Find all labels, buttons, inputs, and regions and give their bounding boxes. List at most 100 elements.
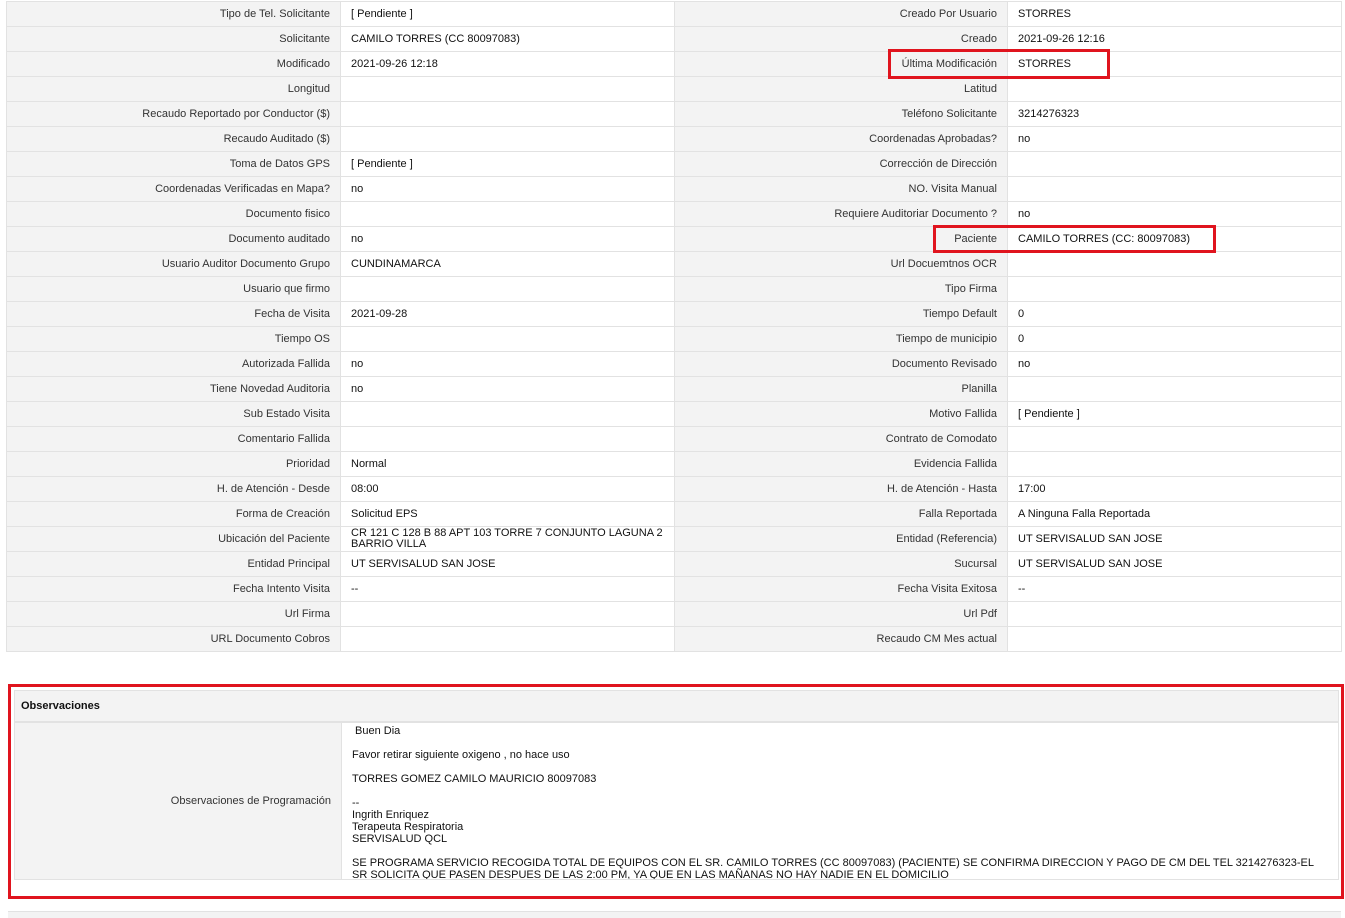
field-label: Entidad Principal (6, 551, 341, 577)
table-row: Recaudo Auditado ($) Coordenadas Aprobada… (6, 126, 1342, 152)
table-row: Tipo de Tel. Solicitante[ Pendiente ] Cre… (6, 1, 1342, 27)
footer-strip (8, 911, 1341, 918)
field-value: 0 (1007, 326, 1342, 352)
field-value: no (1007, 201, 1342, 227)
table-row: Solicitante CAMILO TORRES (CC 80097083) Cr… (6, 26, 1342, 52)
field-label: Ubicación del Paciente (6, 526, 341, 552)
field-value: 08:00 (340, 476, 675, 502)
field-value (340, 326, 675, 352)
observaciones-title: Observaciones (14, 690, 1339, 722)
field-value (1007, 451, 1342, 477)
field-label: Coordenadas Verificadas en Mapa? (6, 176, 341, 202)
table-row: Tiene Novedad Auditoria no Planilla (6, 376, 1342, 402)
observaciones-value: Buen Dia Favor retirar siguiente oxigeno… (342, 723, 1338, 879)
field-value: no (340, 351, 675, 377)
field-value: CUNDINAMARCA (340, 251, 675, 277)
field-value: CAMILO TORRES (CC 80097083) (340, 26, 675, 52)
field-label: Usuario que firmo (6, 276, 341, 302)
field-value (340, 626, 675, 652)
field-label: Solicitante (6, 26, 341, 52)
field-value: 2021-09-26 12:18 (340, 51, 675, 77)
field-label: Url Firma (6, 601, 341, 627)
field-value: no (1007, 351, 1342, 377)
field-value: 2021-09-28 (340, 301, 675, 327)
field-label: Tipo Firma (674, 276, 1008, 302)
field-value (1007, 151, 1342, 177)
field-value (340, 76, 675, 102)
field-value (1007, 76, 1342, 102)
field-label: Documento Revisado (674, 351, 1008, 377)
table-row: Comentario Fallida Contrato de Comodato (6, 426, 1342, 452)
field-label: Prioridad (6, 451, 341, 477)
table-row: Modificado 2021-09-26 12:18 Última Modific… (6, 51, 1342, 77)
table-row: Fecha de Visita 2021-09-28 Tiempo Default 0 (6, 301, 1342, 327)
observaciones-panel: Observaciones Observaciones de Programac… (8, 684, 1344, 899)
field-label: Recaudo Auditado ($) (6, 126, 341, 152)
field-label: Sub Estado Visita (6, 401, 341, 427)
field-label: Fecha de Visita (6, 301, 341, 327)
field-value: Solicitud EPS (340, 501, 675, 527)
obs-patient: TORRES GOMEZ CAMILO MAURICIO 80097083 (352, 773, 597, 785)
table-row: Sub Estado Visita Motivo Fallida[ Pendien… (6, 401, 1342, 427)
table-row: Documento auditado no Paciente CAMILO TORRE… (6, 226, 1342, 252)
table-row: Tiempo OS Tiempo de municipio 0 (6, 326, 1342, 352)
field-value: [ Pendiente ] (340, 151, 675, 177)
table-row: Entidad Principal UT SERVISALUD SAN JOSE S… (6, 551, 1342, 577)
field-value (340, 601, 675, 627)
field-value: no (340, 176, 675, 202)
field-label: Documento auditado (6, 226, 341, 252)
field-label: Forma de Creación (6, 501, 341, 527)
field-value (340, 276, 675, 302)
field-label: Recaudo CM Mes actual (674, 626, 1008, 652)
field-label: NO. Visita Manual (674, 176, 1008, 202)
field-value: UT SERVISALUD SAN JOSE (1007, 551, 1342, 577)
obs-signature-separator: -- (352, 797, 360, 809)
field-label: Comentario Fallida (6, 426, 341, 452)
field-label: Entidad (Referencia) (674, 526, 1008, 552)
field-value (1007, 176, 1342, 202)
field-value: no (340, 226, 675, 252)
field-label: Corrección de Dirección (674, 151, 1008, 177)
field-label: Tiene Novedad Auditoria (6, 376, 341, 402)
table-row: URL Documento Cobros Recaudo CM Mes actua… (6, 626, 1342, 652)
table-row: Documento fisico Requiere Auditoriar Docu… (6, 201, 1342, 227)
field-label: Teléfono Solicitante (674, 101, 1008, 127)
table-row: Forma de Creación Solicitud EPS Falla Repo… (6, 501, 1342, 527)
field-value: -- (1007, 576, 1342, 602)
field-value: CR 121 C 128 B 88 APT 103 TORRE 7 CONJUN… (340, 526, 675, 552)
field-value (340, 101, 675, 127)
table-row: Toma de Datos GPS[ Pendiente ] Corrección… (6, 151, 1342, 177)
field-value (1007, 601, 1342, 627)
field-label: Tiempo OS (6, 326, 341, 352)
field-label: Url Pdf (674, 601, 1008, 627)
field-value (340, 201, 675, 227)
table-row: Recaudo Reportado por Conductor ($) Teléf… (6, 101, 1342, 127)
field-label: Url Docuemtnos OCR (674, 251, 1008, 277)
field-value: 0 (1007, 301, 1342, 327)
field-value: STORRES (1007, 51, 1342, 77)
field-label: Falla Reportada (674, 501, 1008, 527)
field-label: Usuario Auditor Documento Grupo (6, 251, 341, 277)
table-row: Fecha Intento Visita -- Fecha Visita Exito… (6, 576, 1342, 602)
detail-table: Tipo de Tel. Solicitante[ Pendiente ] Cre… (6, 1, 1342, 652)
field-value (1007, 251, 1342, 277)
field-label: Sucursal (674, 551, 1008, 577)
field-value: no (340, 376, 675, 402)
field-label: Tiempo de municipio (674, 326, 1008, 352)
table-row: Coordenadas Verificadas en Mapa? no NO. Vi… (6, 176, 1342, 202)
field-label: Coordenadas Aprobadas? (674, 126, 1008, 152)
field-label: Contrato de Comodato (674, 426, 1008, 452)
field-value: STORRES (1007, 1, 1342, 27)
obs-signature-org: SERVISALUD QCL (352, 833, 448, 845)
field-label: Recaudo Reportado por Conductor ($) (6, 101, 341, 127)
field-label: Última Modificación (674, 51, 1008, 77)
table-row: Longitud Latitud (6, 76, 1342, 102)
field-value: 17:00 (1007, 476, 1342, 502)
obs-greeting: Buen Dia (355, 725, 401, 737)
field-value: A Ninguna Falla Reportada (1007, 501, 1342, 527)
field-value: Normal (340, 451, 675, 477)
table-row: H. de Atención - Desde 08:00 H. de Atenció… (6, 476, 1342, 502)
obs-signature-role: Terapeuta Respiratoria (352, 821, 464, 833)
table-row: Usuario Auditor Documento Grupo CUNDINAMA… (6, 251, 1342, 277)
field-value (340, 401, 675, 427)
